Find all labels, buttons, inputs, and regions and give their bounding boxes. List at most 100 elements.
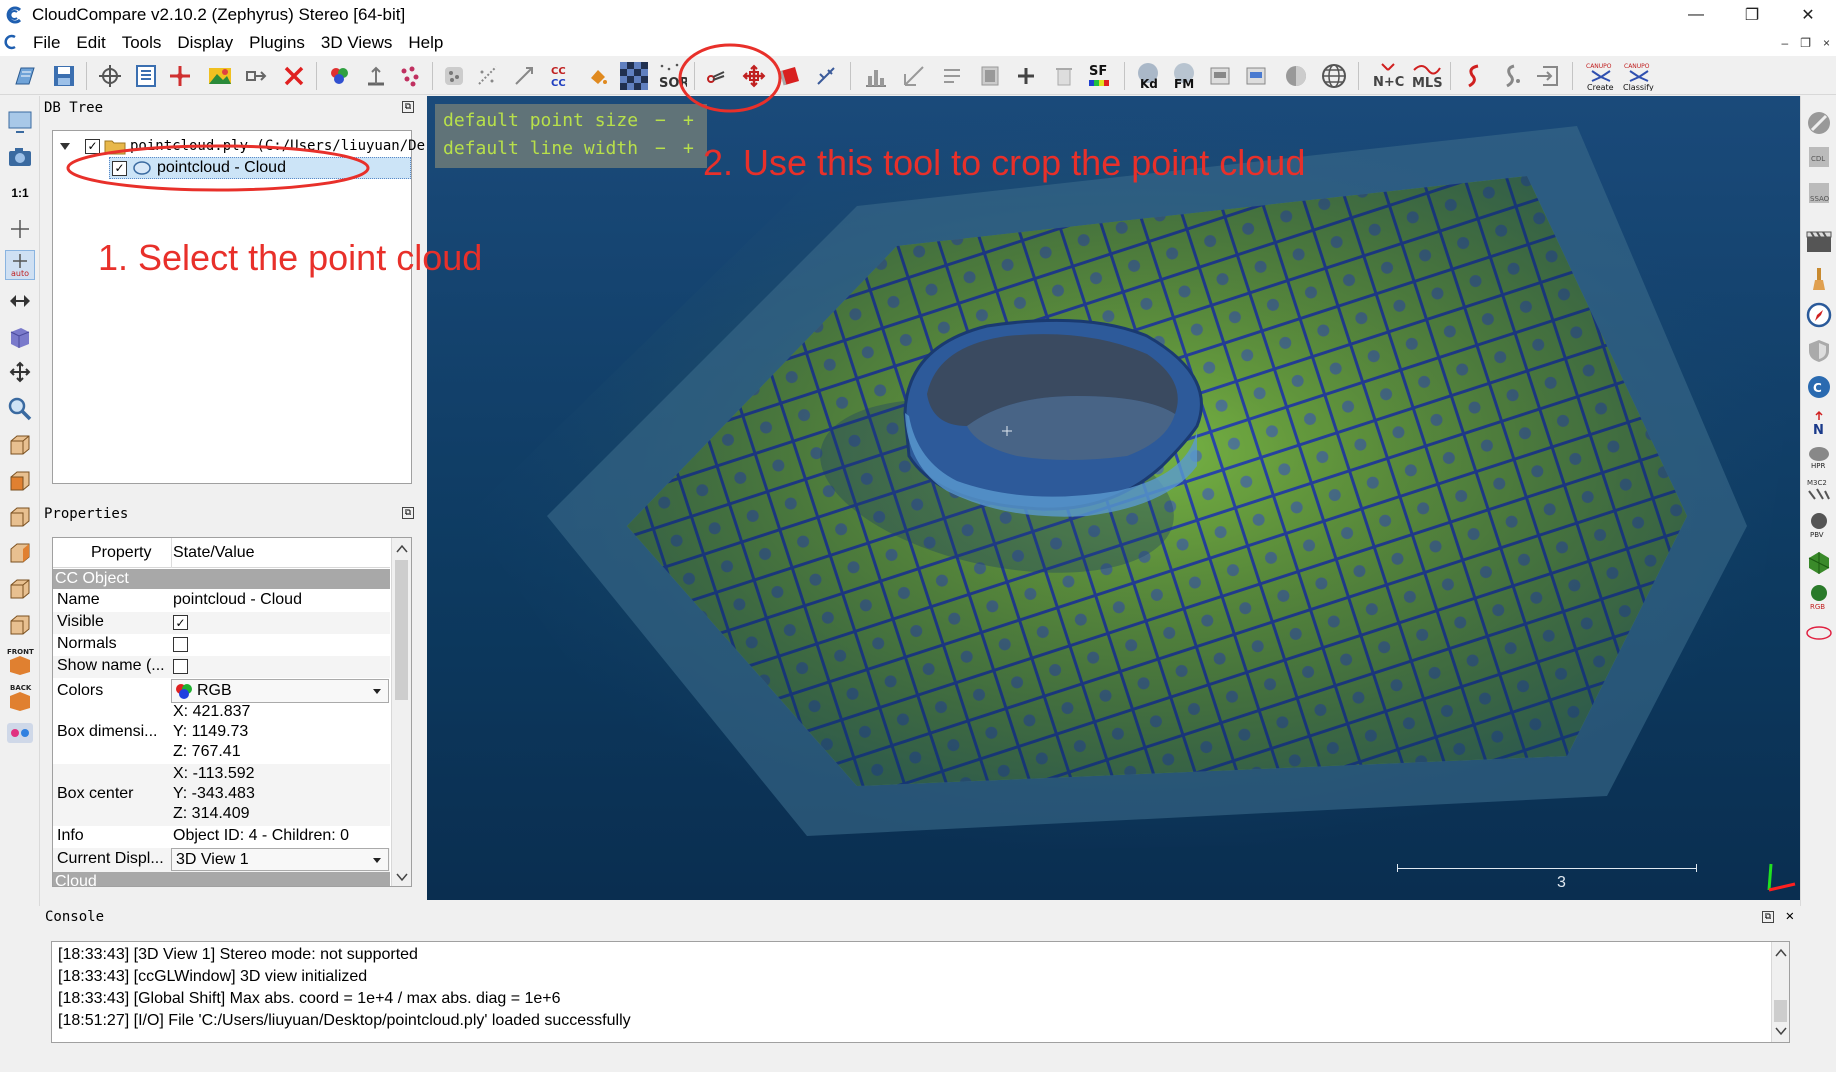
globe-icon[interactable] [1320,62,1348,90]
normals-icon[interactable] [362,62,390,90]
menu-help[interactable]: Help [400,29,451,56]
cdl-icon[interactable]: CDL [1804,142,1834,172]
tree-root-checkbox[interactable]: ✓ [85,138,100,154]
disabled-plugin-icon[interactable] [1804,108,1834,138]
point-size-increase-button[interactable]: + [683,110,694,131]
sample-points-icon[interactable] [474,62,502,90]
normals-compute-icon[interactable]: N+C [1372,62,1404,90]
gradient-icon[interactable] [976,62,1004,90]
cross-section-crop-icon[interactable] [740,62,768,90]
left-view-icon[interactable] [5,502,35,532]
csv-icon[interactable] [1242,62,1270,90]
list-properties-icon[interactable] [132,62,160,90]
pbv-icon[interactable]: PBV [1804,510,1834,540]
menu-tools[interactable]: Tools [114,29,170,56]
zoom-icon[interactable] [5,394,35,424]
scalar-field-icon[interactable] [396,62,424,90]
pan-icon[interactable] [5,358,35,388]
menu-plugins[interactable]: Plugins [241,29,313,56]
colors-select[interactable]: RGB [171,679,389,703]
point-size-decrease-button[interactable]: − [655,110,666,131]
animation-clapper-icon[interactable] [1804,226,1834,256]
stereo-mode-icon[interactable] [5,718,35,748]
ellipse-tool-icon[interactable] [1804,618,1834,648]
camera-icon[interactable] [5,142,35,172]
ssao-icon[interactable]: SSAO [1804,178,1834,208]
fast-marching-icon[interactable]: FM [1168,62,1200,90]
3d-view[interactable]: default point size − + default line widt… [427,96,1800,900]
back-view-cube-icon[interactable] [5,610,35,640]
scroll-up-icon[interactable] [393,542,411,556]
sf-arithmetic-icon[interactable] [938,62,966,90]
qs-curve-icon[interactable] [1460,62,1488,90]
collapse-arrow-icon[interactable] [59,140,71,152]
prop-name-value[interactable]: pointcloud - Cloud [173,591,302,609]
mdi-restore-button[interactable]: ❐ [1800,36,1811,50]
fullscreen-icon[interactable] [5,106,35,136]
menu-display[interactable]: Display [169,29,241,56]
menu-file[interactable]: File [25,29,68,56]
tree-child-checkbox[interactable]: ✓ [112,160,127,176]
right-view-icon[interactable] [5,538,35,568]
maximize-button[interactable]: ❐ [1724,0,1780,29]
mdi-close-button[interactable]: × [1823,36,1830,50]
translate-rotate-icon[interactable] [166,62,194,90]
line-width-decrease-button[interactable]: − [655,138,666,159]
poisson-recon-icon[interactable] [1804,548,1834,578]
hpr-icon[interactable]: HPR [1804,442,1834,472]
perspective-icon[interactable] [5,322,35,352]
rotate-view-icon[interactable] [5,286,35,316]
sf-colorscale-icon[interactable]: SF [1086,62,1114,90]
brush-icon[interactable] [1804,264,1834,294]
open-file-icon[interactable] [12,62,40,90]
front-view-cube-icon[interactable] [5,466,35,496]
scroll-thumb[interactable] [395,560,408,700]
mls-smooth-icon[interactable]: MLS [1410,62,1444,90]
kd-tree-icon[interactable]: Kd [1132,62,1164,90]
sphere-shade-icon[interactable] [1282,62,1310,90]
set-pivot-icon[interactable] [5,214,35,244]
checkerboard-icon[interactable] [620,62,648,90]
cc-label-icon[interactable]: CC CC [546,62,574,90]
minimize-button[interactable]: — [1668,0,1724,29]
scroll-thumb[interactable] [1774,1000,1787,1022]
line-width-increase-button[interactable]: + [683,138,694,159]
menu-edit[interactable]: Edit [68,29,113,56]
export-coords-icon[interactable] [1534,62,1562,90]
north-arrow-icon[interactable]: N [1804,408,1834,438]
shield-icon[interactable] [1804,336,1834,366]
console-scrollbar[interactable] [1771,942,1789,1042]
canupo-classify-icon[interactable]: CANUPO Classify [1622,62,1656,91]
sor-filter-icon[interactable]: SOR [656,62,688,90]
zoom-1-to-1-icon[interactable]: 1:1 [5,178,35,208]
delete-sf-icon[interactable] [1050,62,1078,90]
point-picking-icon[interactable] [812,62,840,90]
m3c2-icon[interactable]: M3C2 [1804,476,1834,506]
scroll-up-icon[interactable] [1773,946,1789,960]
top-view-icon[interactable] [5,430,35,460]
subsample-icon[interactable] [440,62,468,90]
merge-icon[interactable] [242,62,270,90]
rgb-cloud-icon[interactable] [326,62,354,90]
fill-bucket-icon[interactable] [584,62,612,90]
menu-3d-views[interactable]: 3D Views [313,29,401,56]
global-shift-icon[interactable] [96,62,124,90]
auto-pivot-icon[interactable]: auto [5,250,35,280]
prop-normals-checkbox[interactable] [173,637,188,652]
console-float-button[interactable]: ⧉ [1762,911,1774,923]
section-extract-icon[interactable] [1498,62,1526,90]
clone-icon[interactable] [510,62,538,90]
facets-icon[interactable]: C [1804,372,1834,402]
statistics-icon[interactable] [900,62,928,90]
scroll-down-icon[interactable] [1773,1024,1789,1038]
delete-icon[interactable] [280,62,308,90]
segment-scissors-icon[interactable] [702,62,730,90]
back-iso-icon[interactable]: BACK [5,682,35,712]
bottom-view-icon[interactable] [5,574,35,604]
clipping-box-icon[interactable] [776,62,804,90]
histogram-icon[interactable] [862,62,890,90]
prop-showname-checkbox[interactable] [173,659,188,674]
add-constant-sf-icon[interactable] [1012,62,1040,90]
mdi-minimize-button[interactable]: – [1782,36,1789,50]
current-display-select[interactable]: 3D View 1 [171,848,389,871]
